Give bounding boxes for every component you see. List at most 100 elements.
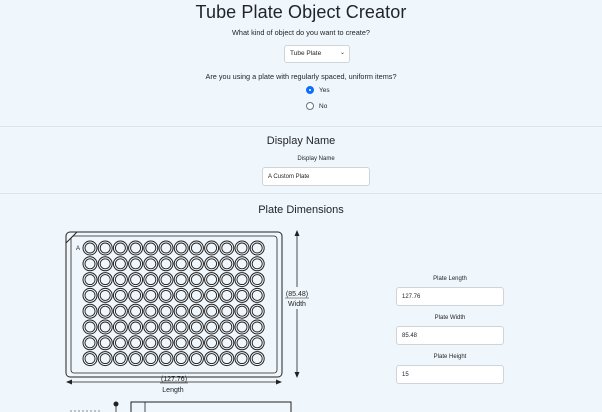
well-inner bbox=[160, 289, 172, 301]
well-inner bbox=[190, 321, 202, 333]
well-inner bbox=[236, 305, 248, 317]
well-inner bbox=[175, 274, 187, 286]
well-inner bbox=[145, 305, 157, 317]
well-inner bbox=[175, 242, 187, 254]
radio-no-label: No bbox=[319, 102, 328, 110]
radio-yes-label: Yes bbox=[319, 86, 330, 94]
well-inner bbox=[145, 274, 157, 286]
well-inner bbox=[221, 258, 233, 270]
uniform-question: Are you using a plate with regularly spa… bbox=[205, 72, 397, 81]
plate-diagram: A (85.48) Width (127.76) Length bbox=[65, 230, 310, 412]
well-inner bbox=[84, 258, 96, 270]
well-inner bbox=[206, 274, 218, 286]
well-inner bbox=[84, 242, 96, 254]
well-inner bbox=[175, 353, 187, 365]
well-inner bbox=[99, 258, 111, 270]
radio-yes-option[interactable]: Yes bbox=[306, 86, 330, 94]
well-inner bbox=[221, 321, 233, 333]
well-inner bbox=[251, 337, 263, 349]
well-inner bbox=[251, 258, 263, 270]
well-inner bbox=[99, 337, 111, 349]
well-inner bbox=[221, 305, 233, 317]
well-inner bbox=[251, 274, 263, 286]
well-inner bbox=[145, 258, 157, 270]
well-inner bbox=[84, 289, 96, 301]
well-inner bbox=[236, 274, 248, 286]
well-inner bbox=[84, 337, 96, 349]
well-inner bbox=[251, 242, 263, 254]
display-name-input[interactable]: A Custom Plate bbox=[262, 167, 370, 186]
well-inner bbox=[206, 321, 218, 333]
plate-width-label: Plate Width bbox=[434, 315, 466, 321]
section-divider bbox=[0, 193, 602, 194]
object-type-select-value: Tube Plate bbox=[290, 50, 322, 57]
object-type-select[interactable]: Tube Plate ⌄ bbox=[284, 45, 350, 63]
well-inner bbox=[160, 242, 172, 254]
well-inner bbox=[84, 305, 96, 317]
well-inner bbox=[114, 353, 126, 365]
well-inner bbox=[206, 258, 218, 270]
well-inner bbox=[160, 337, 172, 349]
well-inner bbox=[114, 258, 126, 270]
object-type-question: What kind of object do you want to creat… bbox=[232, 28, 370, 37]
well-inner bbox=[236, 337, 248, 349]
display-name-label: Display Name bbox=[297, 156, 335, 162]
length-value: (127.76) bbox=[161, 376, 187, 383]
well-inner bbox=[251, 353, 263, 365]
well-inner bbox=[236, 353, 248, 365]
well-inner bbox=[190, 353, 202, 365]
well-inner bbox=[114, 289, 126, 301]
length-arrow-left bbox=[66, 379, 72, 385]
well-inner bbox=[175, 321, 187, 333]
width-arrow-bottom bbox=[294, 372, 300, 378]
well-inner bbox=[145, 289, 157, 301]
height-marker bbox=[113, 401, 119, 407]
plate-length-input[interactable]: 127.76 bbox=[396, 287, 504, 306]
well-grid bbox=[82, 240, 265, 367]
well-inner bbox=[206, 242, 218, 254]
well-inner bbox=[190, 289, 202, 301]
well-inner bbox=[114, 274, 126, 286]
well-inner bbox=[190, 305, 202, 317]
width-value: (85.48) bbox=[286, 291, 308, 298]
display-name-section-title: Display Name bbox=[266, 135, 336, 147]
well-inner bbox=[221, 353, 233, 365]
well-inner bbox=[84, 353, 96, 365]
well-inner bbox=[145, 337, 157, 349]
well-inner bbox=[251, 321, 263, 333]
radio-no[interactable] bbox=[306, 102, 314, 110]
well-inner bbox=[114, 305, 126, 317]
well-inner bbox=[175, 305, 187, 317]
well-inner bbox=[175, 289, 187, 301]
well-inner bbox=[99, 353, 111, 365]
well-inner bbox=[206, 305, 218, 317]
well-inner bbox=[99, 305, 111, 317]
well-inner bbox=[175, 337, 187, 349]
section-divider bbox=[0, 126, 602, 127]
well-inner bbox=[251, 289, 263, 301]
row-label-a: A bbox=[76, 246, 80, 252]
well-inner bbox=[84, 321, 96, 333]
well-inner bbox=[145, 242, 157, 254]
well-inner bbox=[221, 242, 233, 254]
plate-width-input[interactable]: 85.48 bbox=[396, 326, 504, 345]
well-inner bbox=[206, 353, 218, 365]
well-inner bbox=[190, 258, 202, 270]
well-inner bbox=[84, 274, 96, 286]
well-inner bbox=[190, 337, 202, 349]
well-inner bbox=[221, 274, 233, 286]
well-inner bbox=[114, 242, 126, 254]
radio-yes[interactable] bbox=[306, 86, 314, 94]
well-inner bbox=[251, 305, 263, 317]
well-inner bbox=[236, 321, 248, 333]
well-inner bbox=[160, 274, 172, 286]
well-inner bbox=[221, 337, 233, 349]
well-inner bbox=[99, 274, 111, 286]
well-inner bbox=[130, 337, 142, 349]
radio-no-option[interactable]: No bbox=[306, 102, 327, 110]
height-diagram-plate bbox=[130, 401, 292, 412]
width-arrow-top bbox=[294, 230, 300, 236]
width-label: Width bbox=[288, 301, 306, 308]
well-inner bbox=[99, 289, 111, 301]
plate-height-input[interactable]: 15 bbox=[396, 365, 504, 384]
